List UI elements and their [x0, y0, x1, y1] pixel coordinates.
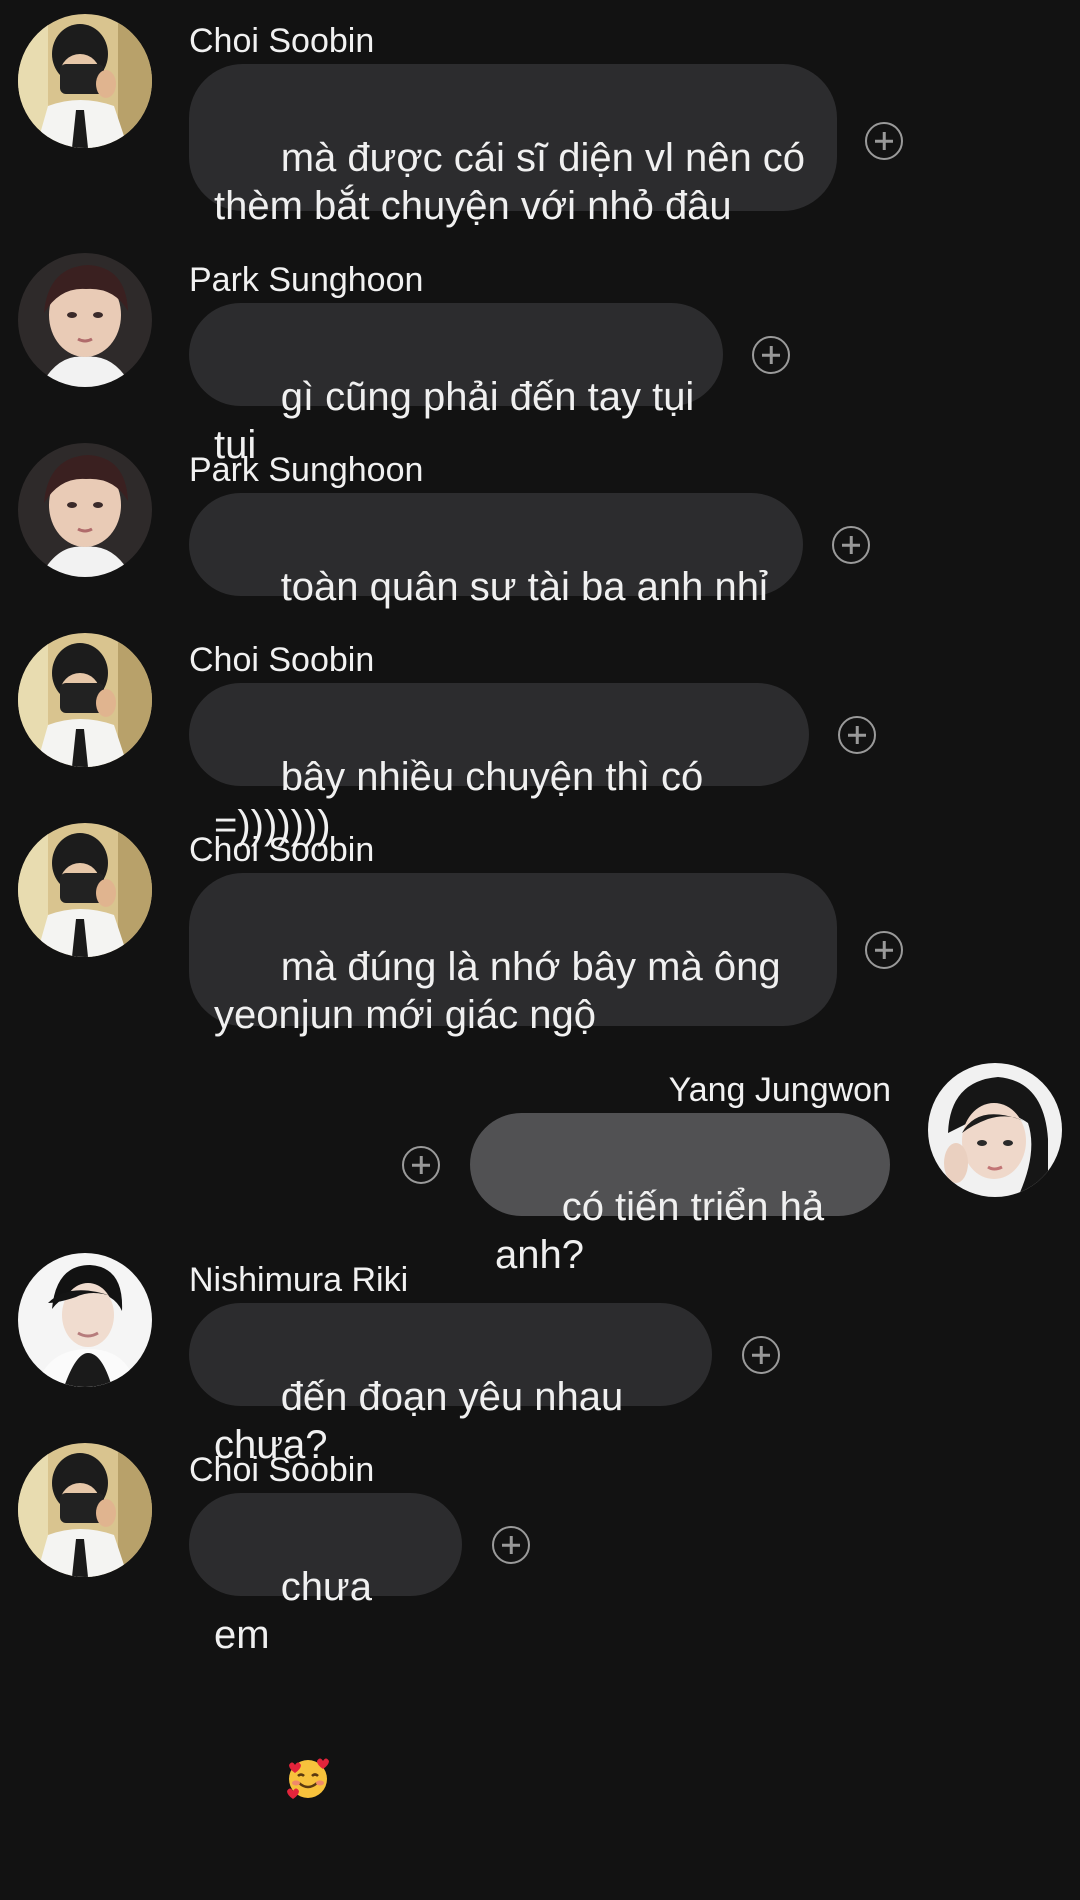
- message-bubble[interactable]: gì cũng phải đến tay tụi tui: [189, 303, 723, 467]
- avatar-choi-soobin[interactable]: [18, 14, 152, 148]
- message-text: chưa em: [214, 1565, 384, 1657]
- message-text: toàn quân sư tài ba anh nhỉ: [280, 565, 768, 609]
- add-reaction-icon[interactable]: [865, 931, 903, 969]
- smiling-face-with-hearts-icon: [285, 1659, 331, 1799]
- avatar-choi-soobin[interactable]: [18, 633, 152, 767]
- sender-name: Park Sunghoon: [189, 451, 424, 489]
- avatar-nishimura-riki[interactable]: [18, 1253, 152, 1387]
- add-reaction-icon[interactable]: [865, 122, 903, 160]
- avatar-park-sunghoon[interactable]: [18, 443, 152, 577]
- add-reaction-icon[interactable]: [742, 1336, 780, 1374]
- message-text: mà được cái sĩ diện vl nên có thèm bắt c…: [214, 136, 806, 228]
- sender-name: Park Sunghoon: [189, 261, 424, 299]
- message-bubble[interactable]: mà đúng là nhớ bây mà ông yeonjun mới gi…: [189, 873, 837, 1037]
- message-bubble[interactable]: đến đoạn yêu nhau chưa?: [189, 1303, 712, 1467]
- sender-name: Choi Soobin: [189, 1451, 375, 1489]
- message-bubble[interactable]: bây nhiều chuyện thì có =))))))): [189, 683, 809, 847]
- avatar-choi-soobin[interactable]: [18, 1443, 152, 1577]
- sender-name: Nishimura Riki: [189, 1261, 409, 1299]
- add-reaction-icon[interactable]: [402, 1146, 440, 1184]
- message-bubble[interactable]: chưa em: [189, 1493, 462, 1799]
- sender-name: Choi Soobin: [189, 641, 375, 679]
- message-text: mà đúng là nhớ bây mà ông yeonjun mới gi…: [214, 945, 781, 1037]
- sender-name: Yang Jungwon: [668, 1071, 891, 1109]
- chat-thread: Choi Soobin mà được cái sĩ diện vl nên c…: [0, 0, 1080, 1799]
- message-bubble[interactable]: mà được cái sĩ diện vl nên có thèm bắt c…: [189, 64, 837, 228]
- sender-name: Choi Soobin: [189, 22, 375, 60]
- message-bubble[interactable]: toàn quân sư tài ba anh nhỉ: [189, 493, 803, 751]
- avatar-yang-jungwon[interactable]: [928, 1063, 1062, 1197]
- add-reaction-icon[interactable]: [752, 336, 790, 374]
- add-reaction-icon[interactable]: [832, 526, 870, 564]
- add-reaction-icon[interactable]: [838, 716, 876, 754]
- avatar-choi-soobin[interactable]: [18, 823, 152, 957]
- sender-name: Choi Soobin: [189, 831, 375, 869]
- avatar-park-sunghoon[interactable]: [18, 253, 152, 387]
- message-text: có tiến triển hả anh?: [495, 1185, 836, 1277]
- add-reaction-icon[interactable]: [492, 1526, 530, 1564]
- message-bubble[interactable]: có tiến triển hả anh?: [470, 1113, 890, 1277]
